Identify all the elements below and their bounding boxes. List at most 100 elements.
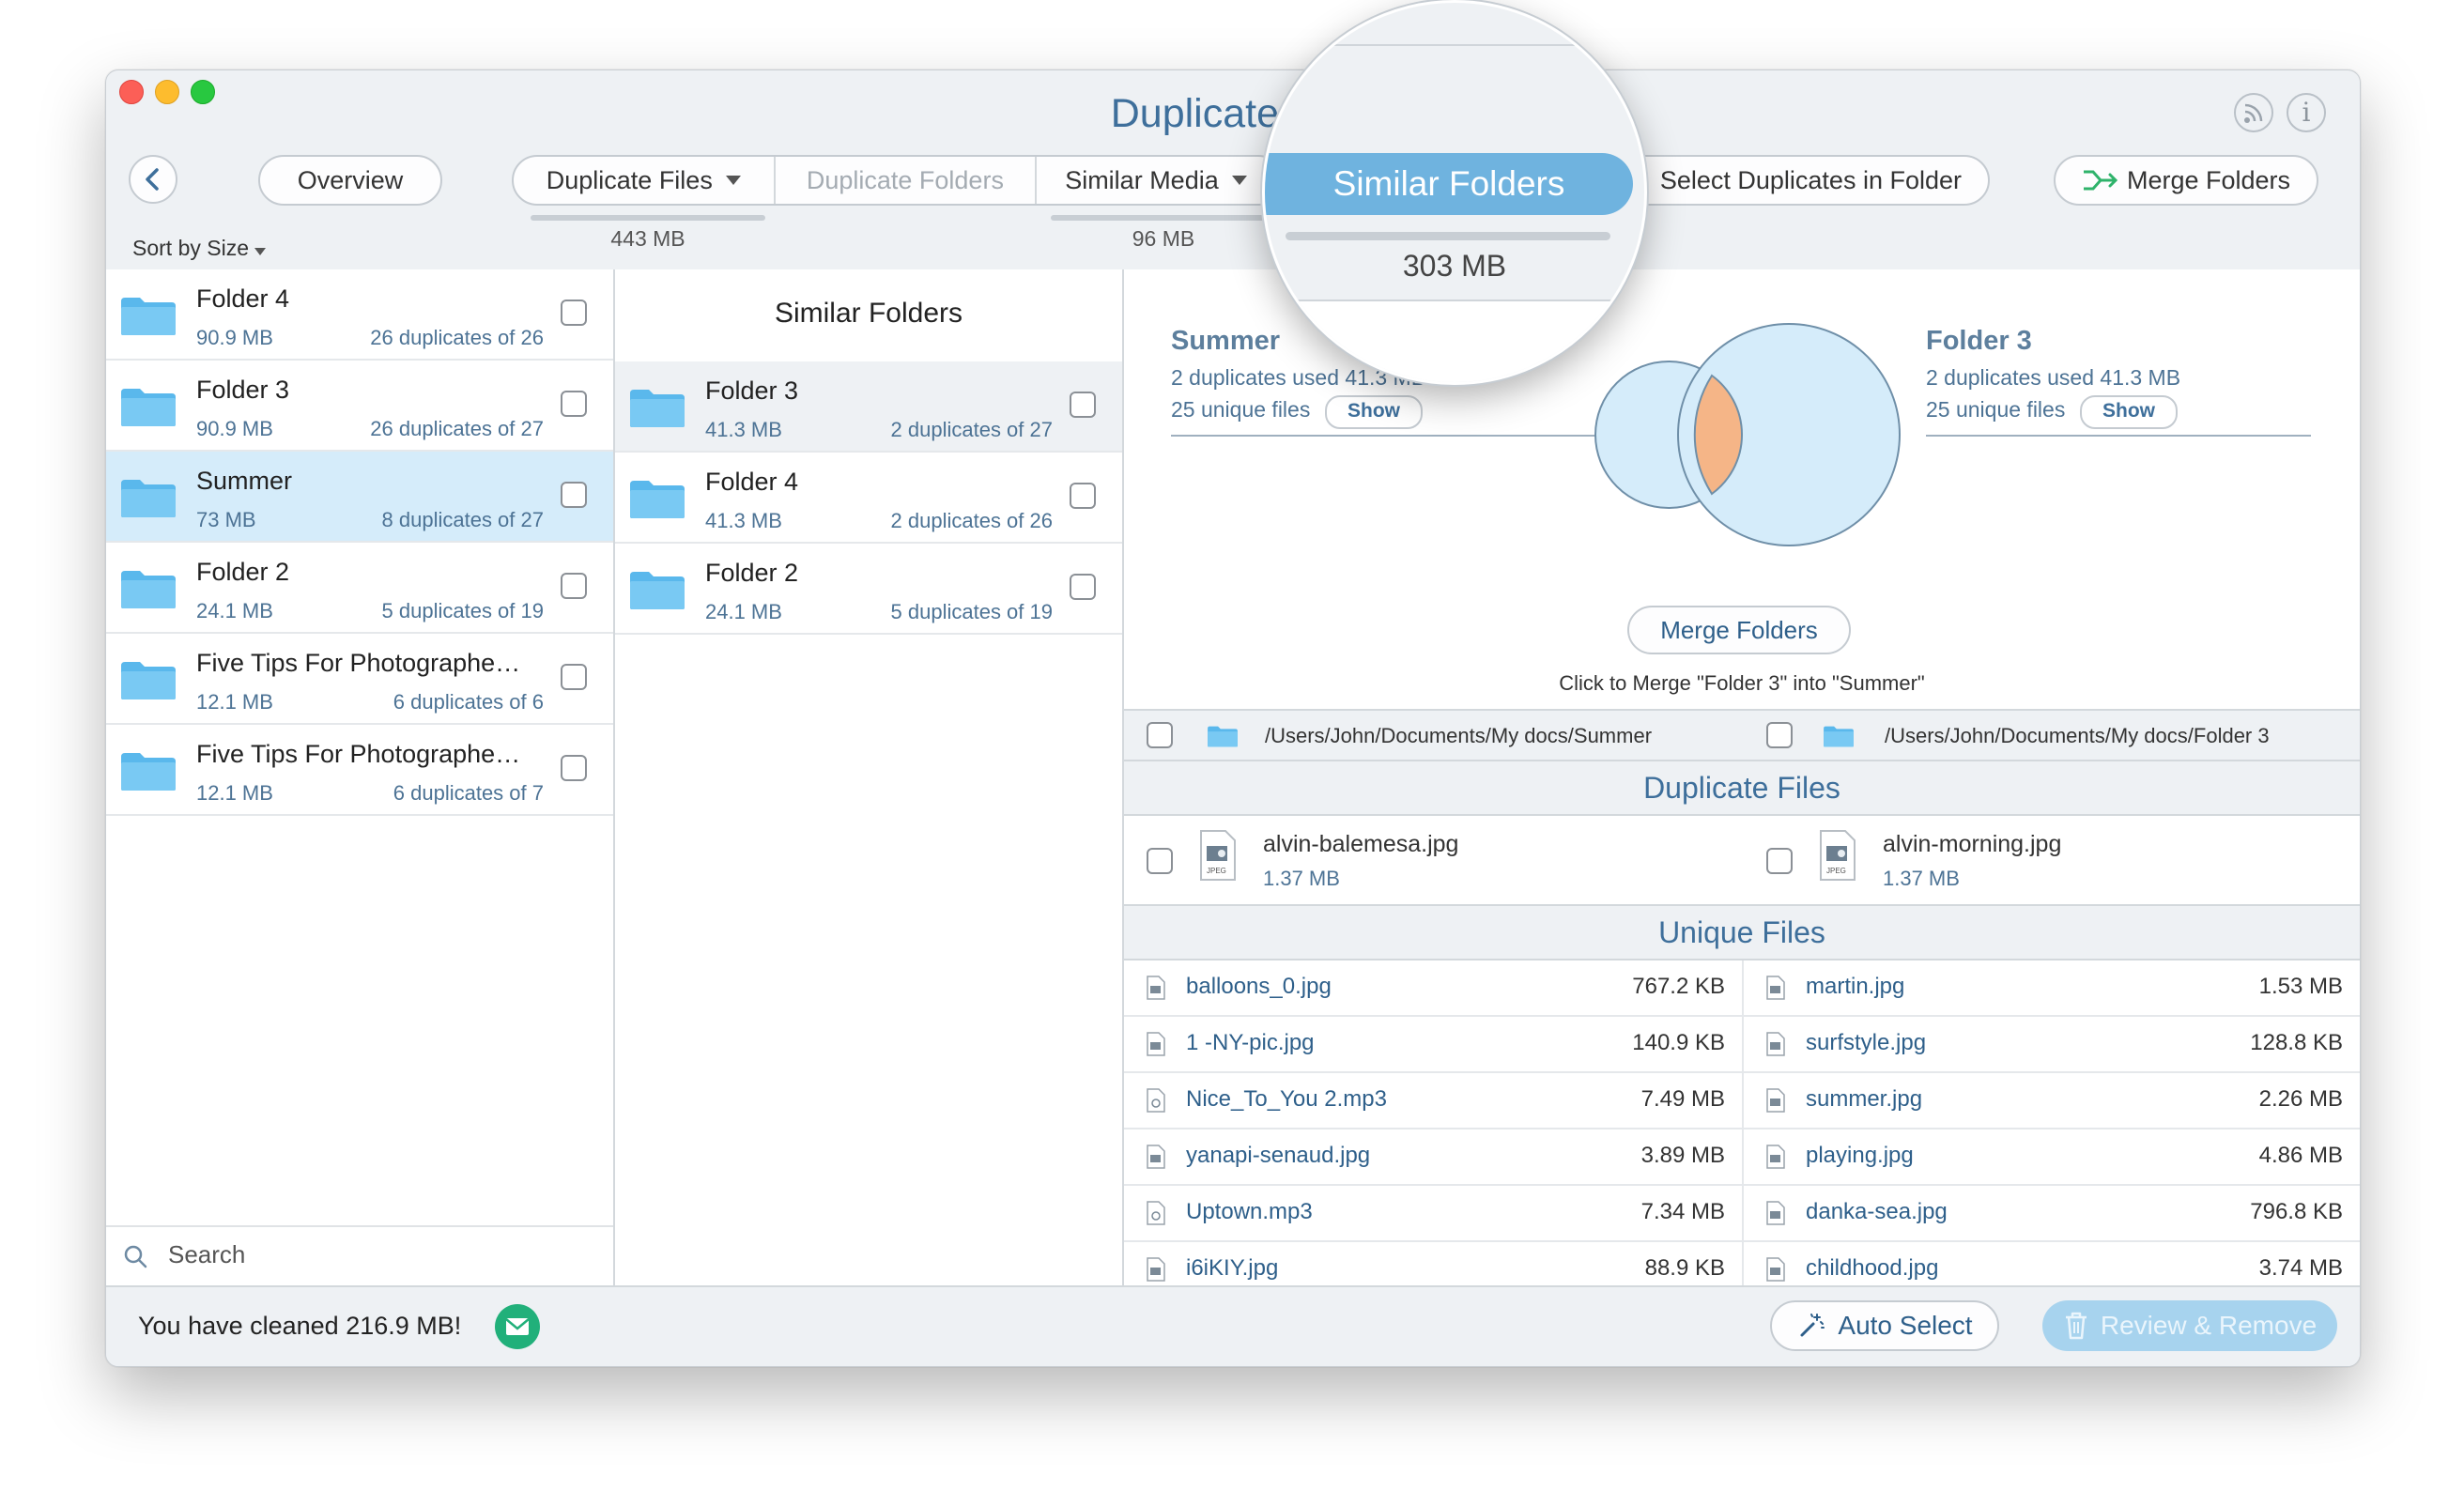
right-folder-path: /Users/John/Documents/My docs/Folder 3: [1885, 724, 2270, 747]
magic-wand-icon: [1800, 1314, 1825, 1337]
list-item[interactable]: Five Tips For Photographe… 12.1 MB 6 dup…: [106, 725, 613, 816]
list-item[interactable]: Folder 2 24.1 MB 5 duplicates of 19: [106, 543, 613, 634]
folder-icon: [121, 571, 176, 608]
auto-select-button[interactable]: Auto Select: [1770, 1300, 1999, 1351]
similar-folders-pane: Similar Folders Folder 3 41.3 MB 2 dupli…: [615, 269, 1124, 1285]
folder-icon: [121, 298, 176, 335]
list-item-selected[interactable]: Summer 73 MB 8 duplicates of 27: [106, 452, 613, 543]
checkbox[interactable]: [1070, 392, 1096, 418]
table-row[interactable]: Uptown.mp3 7.34 MB: [1124, 1186, 1742, 1242]
table-row[interactable]: surfstyle.jpg 128.8 KB: [1744, 1017, 2360, 1073]
chevron-down-icon: [725, 176, 741, 185]
unique-files-title: Unique Files: [1658, 915, 1825, 949]
right-divider: [1926, 435, 2311, 437]
duplicate-file-name-right[interactable]: alvin-morning.jpg: [1883, 831, 2061, 858]
unique-files-header: Unique Files: [1124, 906, 2360, 960]
duplicate-files-title: Duplicate Files: [1643, 771, 1840, 805]
table-row[interactable]: balloons_0.jpg 767.2 KB: [1124, 960, 1742, 1017]
duplicate-files-size: 443 MB: [610, 226, 685, 251]
checkbox[interactable]: [561, 573, 587, 599]
audio-file-icon: [1147, 1088, 1165, 1113]
merge-folders-toolbar-button[interactable]: Merge Folders: [2054, 155, 2318, 206]
folder-icon: [1824, 726, 1854, 747]
similar-folders-size-bar: [1286, 232, 1610, 240]
audio-file-icon: [1147, 1201, 1165, 1225]
table-row[interactable]: yanapi-senaud.jpg 3.89 MB: [1124, 1130, 1742, 1186]
list-item[interactable]: Five Tips For Photographe… 12.1 MB 6 dup…: [106, 634, 613, 725]
folder-list-pane: Folder 4 90.9 MB 26 duplicates of 26 Fol…: [106, 269, 615, 1285]
rss-icon[interactable]: [2234, 93, 2273, 132]
right-folder-unique: 25 unique files: [1926, 397, 2066, 422]
select-duplicates-in-folder-button[interactable]: Select Duplicates in Folder: [1618, 155, 1990, 206]
left-folder-unique: 25 unique files: [1171, 397, 1311, 422]
list-item[interactable]: Folder 4 41.3 MB 2 duplicates of 26: [615, 453, 1122, 544]
folder-path-bar: /Users/John/Documents/My docs/Summer /Us…: [1124, 709, 2360, 761]
duplicate-file-row: JPEG alvin-balemesa.jpg 1.37 MB JPEG alv…: [1124, 816, 2360, 906]
image-file-icon: [1766, 1201, 1785, 1225]
table-row[interactable]: martin.jpg 1.53 MB: [1744, 960, 2360, 1017]
checkbox[interactable]: [561, 755, 587, 781]
table-row[interactable]: danka-sea.jpg 796.8 KB: [1744, 1186, 2360, 1242]
checkbox[interactable]: [561, 482, 587, 508]
jpeg-file-icon: JPEG: [1199, 829, 1237, 882]
similar-media-size-bar: [1051, 215, 1276, 221]
folder-icon: [630, 481, 685, 518]
email-icon[interactable]: [495, 1304, 540, 1349]
list-item[interactable]: Folder 3 90.9 MB 26 duplicates of 27: [106, 361, 613, 452]
duplicate-files-size-bar: [531, 215, 765, 221]
right-show-button[interactable]: Show: [2080, 395, 2178, 429]
list-item[interactable]: Folder 4 90.9 MB 26 duplicates of 26: [106, 269, 613, 361]
merge-hint: Click to Merge "Folder 3" into "Summer": [1559, 671, 1925, 695]
table-row[interactable]: Nice_To_You 2.mp3 7.49 MB: [1124, 1073, 1742, 1130]
tab-duplicate-files[interactable]: Duplicate Files: [514, 157, 776, 204]
overview-button[interactable]: Overview: [258, 155, 442, 206]
list-item[interactable]: Folder 2 24.1 MB 5 duplicates of 19: [615, 544, 1122, 635]
tab-similar-media[interactable]: Similar Media: [1037, 157, 1282, 204]
folder-icon: [121, 662, 176, 699]
unique-files-table: balloons_0.jpg 767.2 KB 1 -NY-pic.jpg 140.…: [1124, 960, 2360, 1285]
info-icon[interactable]: i: [2287, 93, 2326, 132]
merge-folders-button[interactable]: Merge Folders: [1627, 606, 1851, 654]
checkbox[interactable]: [1147, 722, 1173, 748]
merge-icon: [2083, 170, 2118, 191]
table-row[interactable]: summer.jpg 2.26 MB: [1744, 1073, 2360, 1130]
folder-icon: [121, 480, 176, 517]
chevron-down-icon: [1231, 176, 1247, 185]
checkbox[interactable]: [1070, 574, 1096, 600]
checkbox[interactable]: [1766, 848, 1793, 874]
left-show-button[interactable]: Show: [1325, 395, 1423, 429]
checkbox[interactable]: [1766, 722, 1793, 748]
table-row[interactable]: i6iKIY.jpg 88.9 KB: [1124, 1242, 1742, 1285]
checkbox[interactable]: [1070, 483, 1096, 509]
checkbox[interactable]: [561, 664, 587, 690]
table-row[interactable]: 1 -NY-pic.jpg 140.9 KB: [1124, 1017, 1742, 1073]
table-row[interactable]: playing.jpg 4.86 MB: [1744, 1130, 2360, 1186]
folder-icon: [121, 389, 176, 426]
search-bar[interactable]: Search: [106, 1225, 613, 1285]
image-file-icon: [1766, 1032, 1785, 1056]
table-row[interactable]: childhood.jpg 3.74 MB: [1744, 1242, 2360, 1285]
left-folder-name: Summer: [1171, 326, 1281, 356]
folder-icon: [1208, 726, 1238, 747]
checkbox[interactable]: [561, 300, 587, 326]
trash-icon: [2065, 1312, 2087, 1340]
folder-icon: [121, 753, 176, 791]
tab-duplicate-folders[interactable]: Duplicate Folders: [776, 157, 1038, 204]
similar-folders-size: 303 MB: [1402, 249, 1507, 283]
similar-media-size: 96 MB: [1132, 226, 1195, 251]
image-file-icon: [1147, 1032, 1165, 1056]
sort-by-size-dropdown[interactable]: Sort by Size: [132, 236, 266, 261]
checkbox[interactable]: [561, 391, 587, 417]
search-input[interactable]: Search: [168, 1240, 245, 1269]
image-file-icon: [1147, 1145, 1165, 1169]
duplicate-file-name-left[interactable]: alvin-balemesa.jpg: [1263, 831, 1458, 858]
status-bar: You have cleaned 216.9 MB! Auto Select R…: [106, 1285, 2360, 1366]
list-item-selected[interactable]: Folder 3 41.3 MB 2 duplicates of 27: [615, 361, 1122, 453]
right-folder-name: Folder 3: [1926, 326, 2032, 356]
review-remove-button[interactable]: Review & Remove: [2042, 1300, 2337, 1351]
window-title: Duplicate File: [1110, 91, 1356, 136]
tab-similar-folders-magnified[interactable]: Similar Folders: [1265, 153, 1633, 215]
duplicate-files-header: Duplicate Files: [1124, 761, 2360, 816]
checkbox[interactable]: [1147, 848, 1173, 874]
back-button[interactable]: [129, 155, 177, 204]
